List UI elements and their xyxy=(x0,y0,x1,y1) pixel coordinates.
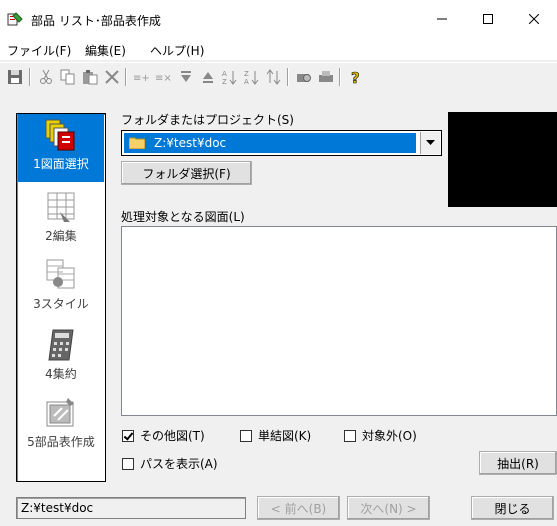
maximize-icon xyxy=(483,14,493,24)
status-text: Z:¥test¥doc xyxy=(21,501,94,515)
edit-table-icon xyxy=(47,192,75,222)
step-label: 2編集 xyxy=(45,229,77,243)
checkbox-label: その他図(T) xyxy=(140,429,205,443)
title-bar: 部品 リスト･部品表作成 xyxy=(0,0,557,38)
parts-list-icon xyxy=(46,398,74,427)
next-button-label: 次へ(N) > xyxy=(360,501,417,516)
sort-custom-icon[interactable] xyxy=(265,68,283,86)
svg-text:?: ? xyxy=(351,69,360,85)
close-button[interactable]: 閉じる xyxy=(471,496,554,520)
chevron-down-icon xyxy=(426,140,435,145)
next-button[interactable]: 次へ(N) > xyxy=(347,496,430,520)
checkbox-box[interactable] xyxy=(344,429,356,442)
step-label: 1図面選択 xyxy=(33,157,89,171)
drawings-list[interactable] xyxy=(121,226,557,416)
step-label: 4集約 xyxy=(45,367,77,381)
drawing-preview xyxy=(448,112,557,207)
toolbar-separator xyxy=(29,68,31,86)
svg-text:A: A xyxy=(222,70,227,78)
prev-button-label: < 前へ(B) xyxy=(270,501,327,516)
close-icon xyxy=(529,14,539,24)
print-preview-icon[interactable] xyxy=(295,68,313,86)
svg-text:A: A xyxy=(244,78,249,85)
delete-row-icon[interactable]: ≡× xyxy=(155,68,173,86)
checkbox-single-connection[interactable]: 単結図(K) xyxy=(240,427,311,444)
save-icon[interactable] xyxy=(6,68,24,86)
extract-button[interactable]: 抽出(R) xyxy=(479,451,557,475)
cut-icon[interactable] xyxy=(37,68,55,86)
calculator-icon xyxy=(48,329,74,361)
svg-text:Z: Z xyxy=(222,78,227,85)
checkbox-box[interactable] xyxy=(240,429,252,442)
menu-edit[interactable]: 編集(E) xyxy=(85,42,126,59)
svg-text:≡+: ≡+ xyxy=(133,73,150,84)
toolbar-separator xyxy=(287,68,289,86)
svg-text:Z: Z xyxy=(244,70,249,78)
copy-icon[interactable] xyxy=(59,68,77,86)
menu-file[interactable]: ファイル(F) xyxy=(7,42,71,59)
help-icon[interactable]: ? xyxy=(347,68,365,86)
minimize-button[interactable] xyxy=(419,0,465,38)
checkbox-label: パスを表示(A) xyxy=(140,457,218,471)
folder-label: フォルダまたはプロジェクト(S) xyxy=(121,113,294,127)
step-label: 5部品表作成 xyxy=(27,435,95,449)
toolbar-separator xyxy=(339,68,341,86)
drawings-icon xyxy=(45,119,75,151)
step-drawing-select[interactable]: 1図面選択 xyxy=(18,114,104,182)
move-down-icon[interactable] xyxy=(177,68,195,86)
style-icon xyxy=(46,259,75,289)
menu-help[interactable]: ヘルプ(H) xyxy=(150,42,204,59)
checkbox-other-drawings[interactable]: その他図(T) xyxy=(122,427,205,444)
move-up-icon[interactable] xyxy=(199,68,217,86)
step-label: 3スタイル xyxy=(33,297,89,311)
toolbar-separator xyxy=(125,68,127,86)
window-title: 部品 リスト･部品表作成 xyxy=(31,14,161,28)
step-edit[interactable]: 2編集 xyxy=(18,186,104,254)
print-icon[interactable] xyxy=(317,68,335,86)
folder-icon xyxy=(129,137,145,149)
minimize-icon xyxy=(437,18,447,20)
checkbox-box[interactable] xyxy=(122,429,134,442)
checkbox-show-path[interactable]: パスを表示(A) xyxy=(122,455,218,472)
extract-button-label: 抽出(R) xyxy=(497,456,539,471)
checkbox-label: 単結図(K) xyxy=(258,429,312,443)
status-path: Z:¥test¥doc xyxy=(16,497,246,519)
menu-bar: ファイル(F) 編集(E) ヘルプ(H) xyxy=(0,38,557,60)
toolbar: ≡+ ≡× AZ ZA ? xyxy=(0,62,557,90)
close-button-label: 閉じる xyxy=(494,501,531,516)
app-icon xyxy=(7,12,23,26)
insert-row-icon[interactable]: ≡+ xyxy=(133,68,151,86)
maximize-button[interactable] xyxy=(465,0,511,38)
close-window-button[interactable] xyxy=(511,0,557,38)
checkbox-box[interactable] xyxy=(122,457,134,470)
sort-descending-icon[interactable]: ZA xyxy=(243,68,261,86)
folder-combo[interactable]: Z:¥test¥doc xyxy=(121,130,442,156)
paste-icon[interactable] xyxy=(81,68,99,86)
folder-selected-value: Z:¥test¥doc xyxy=(124,133,416,153)
combo-dropdown-button[interactable] xyxy=(420,132,440,154)
checkbox-label: 対象外(O) xyxy=(362,429,417,443)
folder-select-button[interactable]: フォルダ選択(F) xyxy=(121,161,252,185)
checkbox-excluded[interactable]: 対象外(O) xyxy=(344,427,417,444)
drawings-label: 処理対象となる図面(L) xyxy=(121,210,245,224)
folder-select-button-label: フォルダ選択(F) xyxy=(142,166,231,181)
wizard-steps-panel: 1図面選択 2編集 3スタイル 4集約 5部品表作成 xyxy=(16,113,106,482)
prev-button[interactable]: < 前へ(B) xyxy=(257,496,340,520)
delete-icon[interactable] xyxy=(103,68,121,86)
step-style[interactable]: 3スタイル xyxy=(18,254,104,322)
folder-path: Z:¥test¥doc xyxy=(154,136,227,150)
sort-ascending-icon[interactable]: AZ xyxy=(221,68,239,86)
step-create-parts-list[interactable]: 5部品表作成 xyxy=(18,392,104,460)
svg-text:≡×: ≡× xyxy=(155,73,172,84)
step-aggregate[interactable]: 4集約 xyxy=(18,324,104,392)
